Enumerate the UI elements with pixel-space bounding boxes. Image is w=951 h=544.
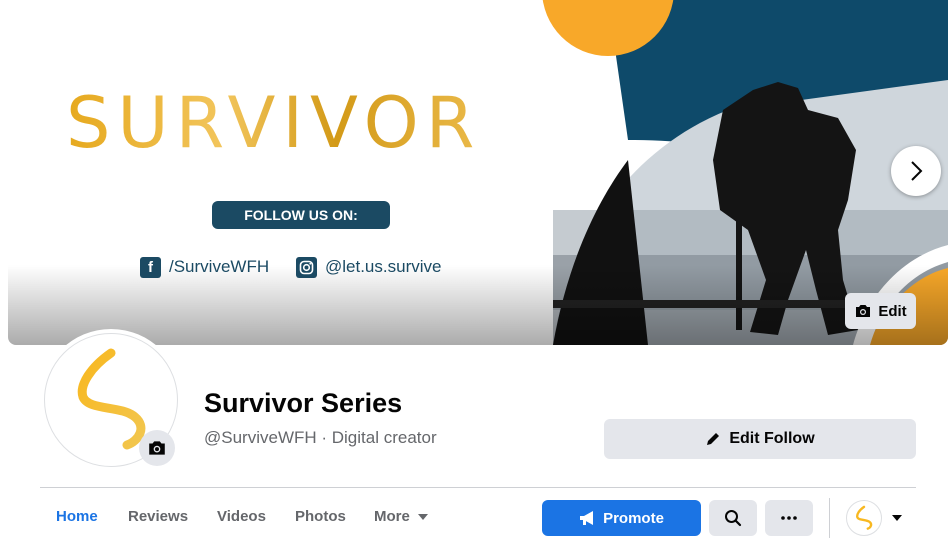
search-button[interactable] [709,500,757,536]
page-subtitle: @SurviveWFH · Digital creator [204,428,437,447]
facebook-handle-row: f /SurviveWFH [140,256,269,278]
tab-more[interactable]: More [374,508,428,525]
edit-cover-button[interactable]: Edit [845,293,916,329]
instagram-icon [296,256,317,278]
pencil-icon [707,433,720,445]
tab-videos-label: Videos [217,508,266,525]
tab-reviews-label: Reviews [128,508,189,525]
brand-logo [856,505,873,530]
cover-title: SURVIVOR [66,82,516,164]
edit-follow-label: Edit Follow [729,430,815,447]
promote-button[interactable]: Promote [542,500,701,536]
follow-us-label: FOLLOW US ON: [212,201,390,229]
camera-icon [149,441,165,455]
avatar-camera-button[interactable] [139,430,175,466]
tab-photos[interactable]: Photos [295,508,346,525]
cover-photo[interactable]: SURVIVOR FOLLOW US ON: f /SurviveWFH @le… [8,0,948,345]
caret-down-icon [417,513,428,520]
cover-next-button[interactable] [891,146,941,196]
edit-cover-label: Edit [878,302,907,320]
tab-home-label: Home [56,508,98,525]
actions-separator [829,498,830,538]
instagram-handle: @let.us.survive [325,257,442,276]
instagram-handle-row: @let.us.survive [296,256,441,278]
tab-videos[interactable]: Videos [217,508,266,525]
tab-reviews[interactable]: Reviews [128,508,188,525]
facebook-handle: /SurviveWFH [169,257,270,276]
caret-down-icon [892,515,902,521]
tab-photos-label: Photos [295,508,346,525]
search-icon [725,510,742,527]
more-options-button[interactable] [765,500,813,536]
page-title: Survivor Series [204,388,403,418]
edit-follow-button[interactable]: Edit Follow [604,419,916,459]
facebook-icon: f [140,256,161,278]
tab-home[interactable]: Home [56,508,98,525]
more-dots-icon [781,516,797,520]
mini-avatar [846,500,882,536]
profile-divider [40,487,916,488]
tab-more-label: More [374,508,410,525]
chevron-right-icon [911,161,923,181]
megaphone-icon [580,511,594,525]
promote-label: Promote [603,509,664,527]
profile-switcher[interactable] [846,500,906,536]
camera-icon [856,305,871,317]
